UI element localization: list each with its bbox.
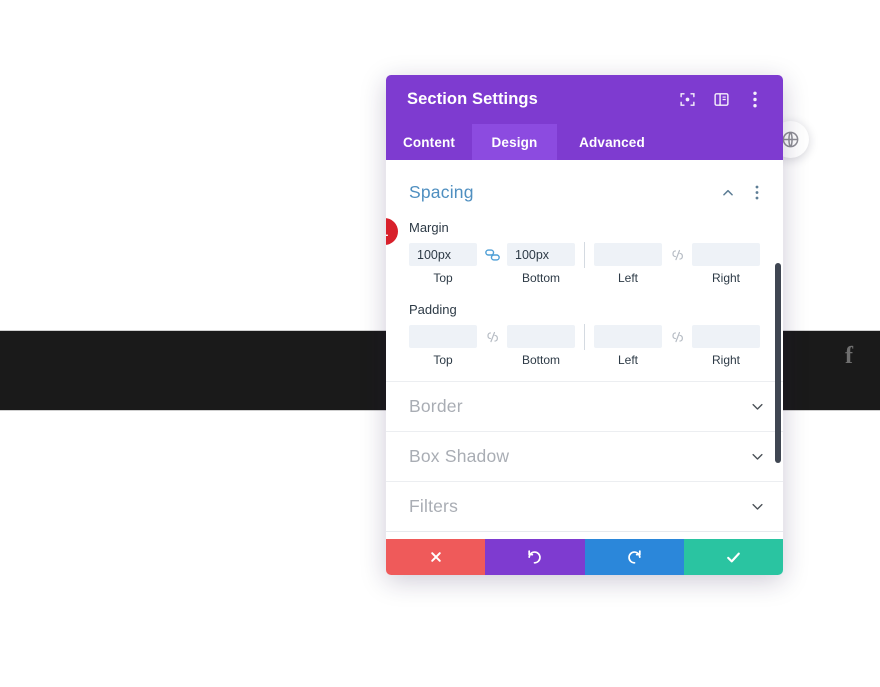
padding-divider — [584, 323, 585, 350]
section-settings-modal: Section Settings Content Design Advanced… — [386, 75, 783, 575]
padding-left-label: Left — [617, 353, 638, 367]
tab-design[interactable]: Design — [472, 124, 557, 160]
undo-button[interactable] — [485, 539, 585, 575]
panel-scrollbar[interactable] — [775, 160, 781, 539]
link-chain-unlinked-icon[interactable] — [662, 325, 692, 348]
group-label-margin: Margin — [409, 220, 449, 235]
link-chain-linked-icon[interactable] — [477, 243, 507, 266]
panel-scrollbar-thumb[interactable] — [775, 263, 781, 463]
padding-left-input[interactable] — [594, 325, 662, 348]
section-title-spacing: Spacing — [409, 182, 474, 202]
section-header-spacing[interactable]: Spacing — [386, 160, 783, 203]
focus-target-icon[interactable] — [677, 90, 697, 110]
tab-advanced[interactable]: Advanced — [557, 124, 667, 160]
section-title-filters: Filters — [409, 496, 459, 516]
section-title-box-shadow: Box Shadow — [409, 446, 510, 466]
redo-icon — [626, 549, 643, 566]
chevron-down-icon[interactable] — [749, 449, 765, 465]
more-options-icon[interactable] — [745, 90, 765, 110]
section-header-box-shadow[interactable]: Box Shadow — [386, 431, 783, 481]
margin-top-input[interactable] — [409, 243, 477, 266]
margin-labels-row: Top Bottom Left Right — [409, 271, 760, 285]
field-group-padding: Padding Top Bottom Left Right — [386, 302, 783, 367]
margin-right-input[interactable] — [692, 243, 760, 266]
margin-right-label: Right — [711, 271, 740, 285]
modal-action-bar — [386, 539, 783, 575]
group-label-padding: Padding — [409, 302, 457, 317]
link-chain-unlinked-icon[interactable] — [477, 325, 507, 348]
chevron-up-icon[interactable] — [720, 185, 736, 201]
padding-inputs-row — [409, 323, 760, 350]
cancel-button[interactable] — [386, 539, 486, 575]
padding-bottom-input[interactable] — [507, 325, 575, 348]
padding-bottom-label: Bottom — [521, 353, 560, 367]
margin-inputs-row: 1 — [386, 218, 760, 268]
redo-button[interactable] — [584, 539, 684, 575]
modal-header-icons — [677, 90, 765, 110]
chevron-down-icon[interactable] — [749, 499, 765, 515]
tab-content[interactable]: Content — [386, 124, 472, 160]
padding-top-input[interactable] — [409, 325, 477, 348]
save-button[interactable] — [683, 539, 783, 575]
more-options-icon[interactable] — [749, 185, 765, 201]
section-header-filters[interactable]: Filters — [386, 481, 783, 531]
close-icon — [429, 550, 443, 564]
section-header-border[interactable]: Border — [386, 381, 783, 431]
chevron-down-icon[interactable] — [749, 399, 765, 415]
check-icon — [725, 549, 742, 566]
margin-left-label: Left — [617, 271, 638, 285]
undo-icon — [526, 549, 543, 566]
facebook-glyph: f — [845, 343, 853, 369]
padding-labels-row: Top Bottom Left Right — [409, 353, 760, 367]
field-group-margin: Margin 100px 100px Top Bottom Left Right — [386, 218, 783, 285]
section-tools-spacing — [720, 185, 765, 201]
panel-layout-icon[interactable] — [711, 90, 731, 110]
margin-left-input[interactable] — [594, 243, 662, 266]
section-bottom-divider — [386, 531, 783, 532]
padding-right-input[interactable] — [692, 325, 760, 348]
margin-top-label: Top — [433, 271, 453, 285]
margin-divider — [584, 241, 585, 268]
padding-right-label: Right — [711, 353, 740, 367]
section-title-border: Border — [409, 396, 463, 416]
page-root: Designed by Elegant Themes | Powered by … — [0, 0, 880, 687]
link-chain-unlinked-icon[interactable] — [662, 243, 692, 266]
padding-top-label: Top — [433, 353, 453, 367]
modal-tabs: Content Design Advanced — [386, 124, 783, 160]
modal-body: Spacing Margin 100px 100px Top Bottom Le… — [386, 160, 783, 539]
modal-title: Section Settings — [407, 90, 538, 108]
margin-bottom-input[interactable] — [507, 243, 575, 266]
step-badge: 1 — [386, 218, 398, 245]
modal-header: Section Settings — [386, 75, 783, 124]
globe-icon — [781, 130, 800, 149]
facebook-icon[interactable]: f — [836, 343, 862, 369]
margin-bottom-label: Bottom — [521, 271, 560, 285]
